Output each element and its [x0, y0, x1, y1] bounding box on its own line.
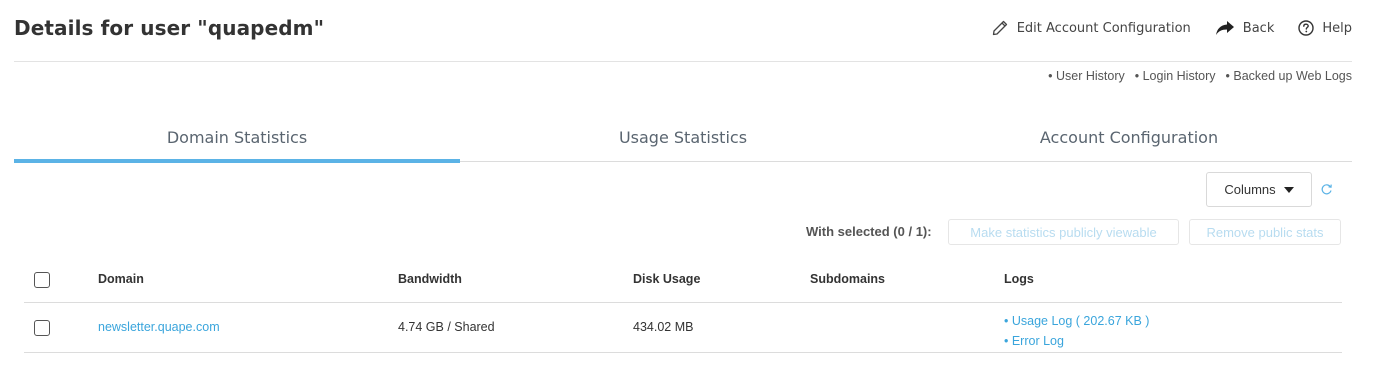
login-history-link[interactable]: • Login History [1135, 69, 1216, 83]
header-bandwidth[interactable]: Bandwidth [398, 272, 462, 286]
caret-down-icon [1283, 186, 1294, 193]
pencil-icon [992, 20, 1007, 36]
user-history-link[interactable]: • User History [1048, 69, 1125, 83]
make-statistics-public-button[interactable]: Make statistics publicly viewable [948, 219, 1179, 245]
header-actions: Edit Account Configuration Back Help [967, 19, 1352, 37]
error-log-link[interactable]: • Error Log [1004, 331, 1149, 351]
table-row: newsletter.quape.com 4.74 GB / Shared 43… [24, 303, 1342, 353]
tab-account-configuration[interactable]: Account Configuration [906, 118, 1352, 161]
help-button[interactable]: Help [1298, 20, 1352, 36]
edit-account-configuration-label: Edit Account Configuration [1016, 20, 1191, 36]
header-disk-usage[interactable]: Disk Usage [633, 272, 700, 286]
header-domain[interactable]: Domain [98, 272, 144, 286]
tab-domain-statistics[interactable]: Domain Statistics [14, 118, 460, 163]
header-subdomains[interactable]: Subdomains [810, 272, 885, 286]
backed-up-web-logs-link[interactable]: • Backed up Web Logs [1226, 69, 1352, 83]
with-selected-label: With selected (0 / 1): [806, 224, 932, 239]
domain-statistics-table: Domain Bandwidth Disk Usage Subdomains L… [24, 256, 1342, 353]
columns-label: Columns [1224, 182, 1276, 197]
header-logs: Logs [1004, 272, 1034, 286]
share-arrow-icon [1215, 21, 1234, 35]
select-all-checkbox[interactable] [34, 272, 50, 288]
logs-cell: • Usage Log ( 202.67 KB ) • Error Log [1004, 311, 1149, 351]
help-label: Help [1322, 20, 1352, 36]
page-title: Details for user "quapedm" [14, 16, 325, 40]
refresh-icon[interactable] [1320, 183, 1333, 196]
row-checkbox[interactable] [34, 320, 50, 336]
user-sublinks: • User History • Login History • Backed … [1038, 69, 1352, 83]
stats-tabs: Domain Statistics Usage Statistics Accou… [14, 118, 1352, 163]
back-button[interactable]: Back [1215, 20, 1275, 36]
domain-link[interactable]: newsletter.quape.com [98, 320, 220, 334]
question-circle-icon [1298, 20, 1315, 36]
back-label: Back [1242, 20, 1275, 36]
usage-log-link[interactable]: • Usage Log ( 202.67 KB ) [1004, 311, 1149, 331]
bandwidth-value: 4.74 GB / Shared [398, 320, 495, 334]
edit-account-configuration-button[interactable]: Edit Account Configuration [991, 19, 1191, 37]
remove-public-stats-button[interactable]: Remove public stats [1189, 219, 1341, 245]
tab-usage-statistics[interactable]: Usage Statistics [460, 118, 906, 161]
page-header: Details for user "quapedm" Edit Account … [14, 0, 1352, 62]
columns-dropdown-button[interactable]: Columns [1206, 172, 1312, 207]
disk-usage-value: 434.02 MB [633, 320, 694, 334]
table-header: Domain Bandwidth Disk Usage Subdomains L… [24, 256, 1342, 303]
